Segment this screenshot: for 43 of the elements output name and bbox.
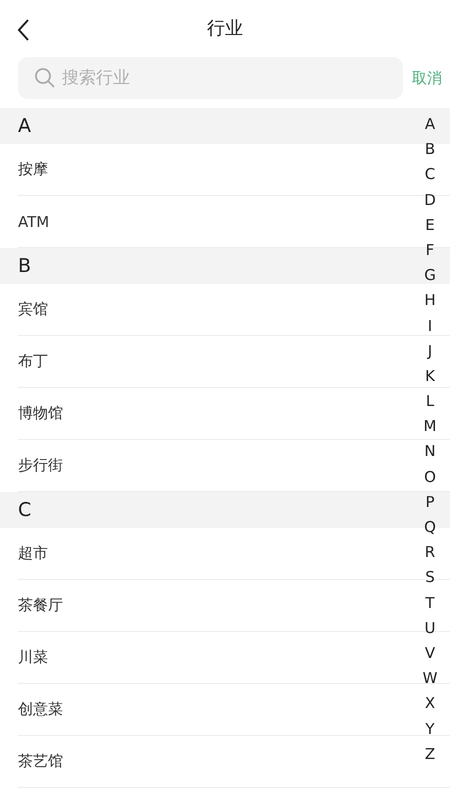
index-letter[interactable]: S [420,565,440,591]
industry-item[interactable]: 按摩 [18,160,48,179]
industry-item[interactable]: 博物馆 [18,404,63,423]
index-letter[interactable]: P [420,490,440,515]
index-letter[interactable]: G [420,263,440,288]
industry-item[interactable]: 茶艺馆 [18,752,63,771]
index-letter[interactable]: L [420,389,440,414]
index-letter[interactable]: A [420,112,440,138]
index-letter[interactable]: T [420,590,440,616]
industry-item[interactable]: 步行街 [18,456,63,475]
index-letter[interactable]: U [420,616,440,641]
section-letter: B [18,255,32,277]
industry-item[interactable]: 布丁 [18,352,48,371]
index-letter[interactable]: W [420,666,440,692]
index-letter[interactable]: D [420,188,440,213]
index-letter[interactable]: C [420,162,440,188]
industry-item[interactable]: 川菜 [18,648,48,667]
index-letter[interactable]: K [420,364,440,390]
page-title: 行业 [207,17,243,40]
index-letter[interactable]: V [420,640,440,666]
index-letter[interactable]: O [420,464,440,490]
industry-item[interactable]: 宾馆 [18,300,48,319]
index-letter[interactable]: M [420,414,440,440]
section-letter: A [18,115,31,137]
index-letter[interactable]: H [420,288,440,314]
industry-item[interactable]: 创意菜 [18,700,63,719]
index-letter[interactable]: I [420,314,440,339]
index-letter[interactable]: Q [420,515,440,540]
section-letter: C [18,499,32,521]
index-letter[interactable]: Y [420,716,440,742]
industry-item[interactable]: ATM [18,212,50,230]
index-letter[interactable]: N [420,439,440,465]
index-letter[interactable]: X [420,691,440,716]
index-letter[interactable]: B [420,137,440,162]
search-field[interactable]: 搜索行业 [18,57,403,99]
index-letter[interactable]: J [420,338,440,364]
industry-item[interactable]: 茶餐厅 [18,596,63,615]
index-letter[interactable]: R [420,540,440,566]
index-letter[interactable]: Z [420,742,440,767]
industry-item[interactable]: 超市 [18,544,48,563]
search-icon [34,67,56,89]
index-letter[interactable]: F [420,238,440,264]
index-letter[interactable]: E [420,212,440,238]
